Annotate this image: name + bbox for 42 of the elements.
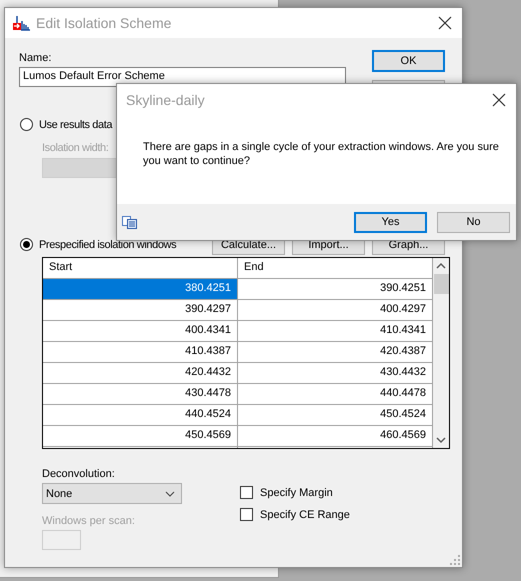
close-icon[interactable] (492, 93, 506, 107)
table-cell[interactable]: 450.4569 (43, 426, 238, 447)
table-cell[interactable]: 400.4341 (43, 321, 238, 342)
table-cell[interactable]: 430.4478 (43, 384, 238, 405)
radio-option[interactable]: Use results data (20, 118, 445, 131)
radio-option[interactable]: Prespecified isolation windows (20, 238, 176, 251)
table-cell[interactable]: 380.4251 (43, 279, 238, 300)
table-cell[interactable]: 450.4524 (238, 405, 433, 426)
dialog-button[interactable]: Yes (354, 212, 427, 232)
scroll-thumb[interactable] (434, 274, 448, 294)
table-cell[interactable]: 410.4341 (238, 321, 433, 342)
deconvolution-dropdown[interactable]: None (42, 483, 182, 504)
copy-icon[interactable] (122, 216, 137, 228)
deconvolution-label: Deconvolution: (42, 468, 115, 480)
checkbox-option[interactable]: Specify Margin (240, 486, 350, 499)
table-cell[interactable]: 390.4297 (43, 300, 238, 321)
windows-per-scan-field[interactable] (42, 530, 81, 550)
table-cell[interactable]: 400.4297 (238, 300, 433, 321)
table-cell[interactable]: 410.4387 (43, 342, 238, 363)
window-title: Edit Isolation Scheme (36, 15, 172, 31)
close-icon[interactable] (438, 16, 452, 30)
dialog-button[interactable]: No (437, 212, 510, 232)
table-cell[interactable]: 420.4432 (43, 363, 238, 384)
chevron-down-icon (165, 490, 175, 496)
table-cell[interactable]: 440.4478 (238, 384, 433, 405)
table-cell[interactable]: 420.4387 (238, 342, 433, 363)
windows-per-scan-label: Windows per scan: (42, 515, 135, 527)
name-label: Name: (19, 52, 52, 64)
ok-button[interactable]: OK (372, 50, 445, 72)
scrollbar[interactable] (433, 258, 449, 448)
resize-grip-icon[interactable] (450, 555, 460, 565)
app-icon (13, 15, 30, 31)
table-cell[interactable]: 460.4569 (238, 426, 433, 447)
dialog-title: Skyline-daily (126, 92, 206, 108)
table-cell[interactable]: 430.4432 (238, 363, 433, 384)
checkbox-option[interactable]: Specify CE Range (240, 508, 350, 521)
table-cell[interactable]: 440.4524 (43, 405, 238, 426)
column-header[interactable]: Start (43, 258, 238, 279)
column-header[interactable]: End (238, 258, 433, 279)
table-cell[interactable]: 390.4251 (238, 279, 433, 300)
isolation-width-label: Isolation width: (42, 142, 108, 154)
message-text: There are gaps in a single cycle of your extraction windows. Are you sure you want to continue? (143, 141, 499, 167)
